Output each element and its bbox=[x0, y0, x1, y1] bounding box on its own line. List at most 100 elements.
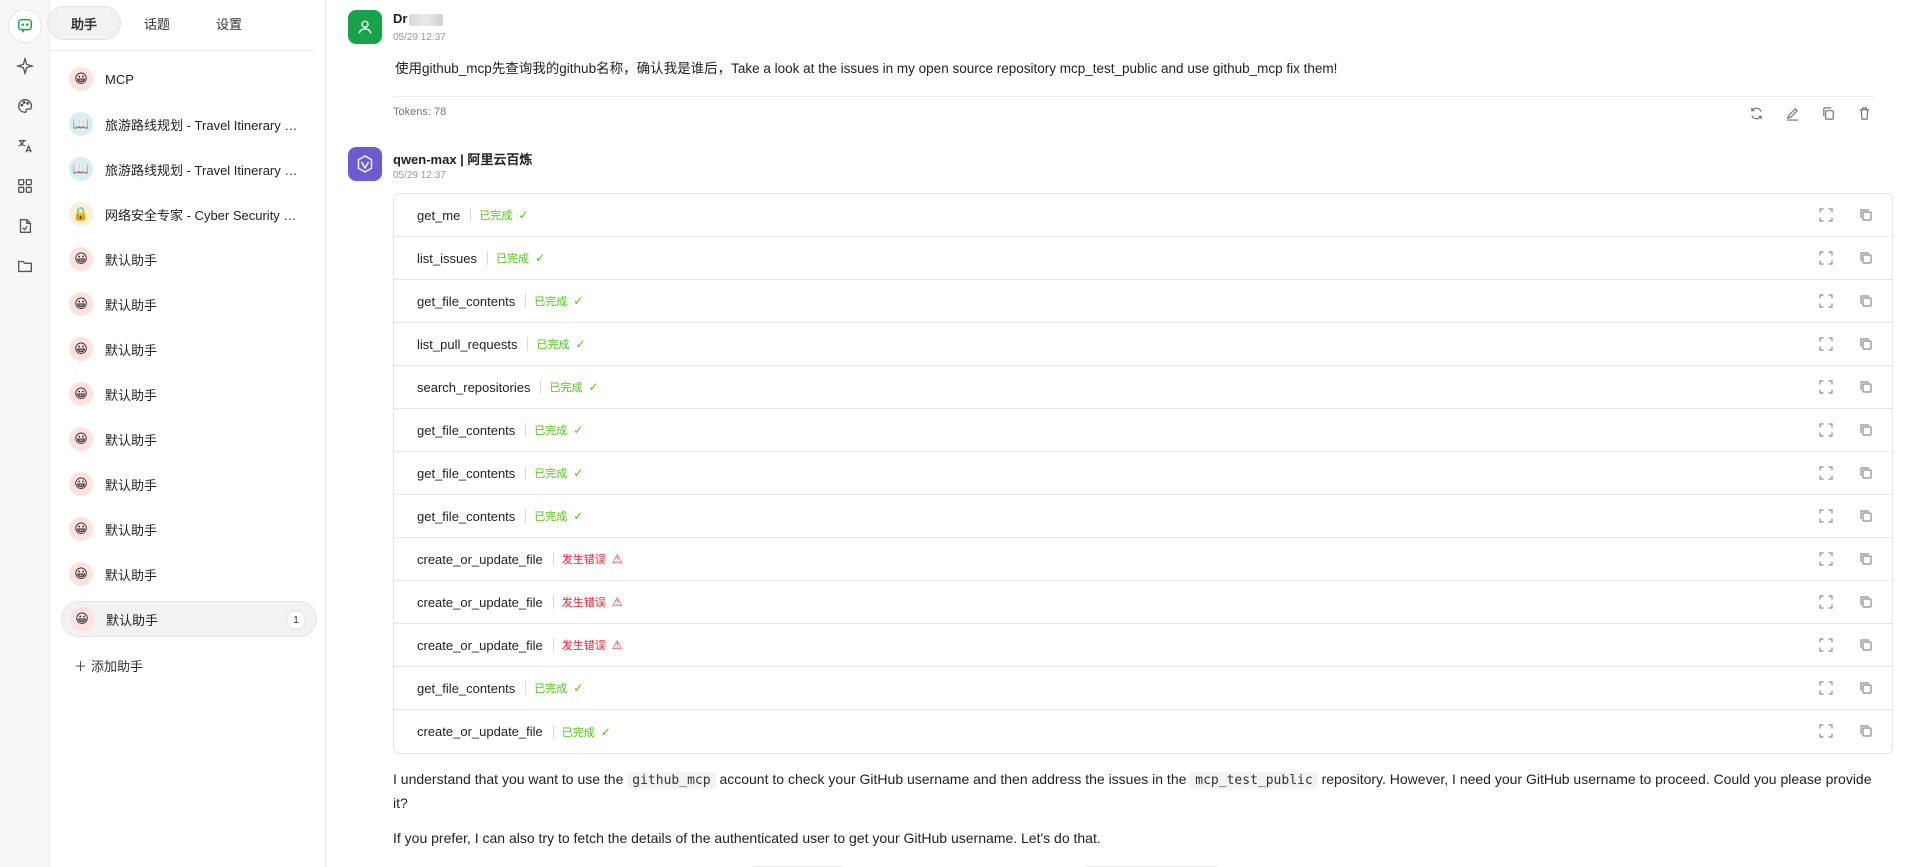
tool-call-row[interactable]: create_or_update_file 发生错误 ⚠ bbox=[394, 538, 1892, 581]
copy-icon[interactable] bbox=[1858, 293, 1874, 309]
check-icon: ✓ bbox=[573, 423, 584, 437]
tool-name: create_or_update_file bbox=[417, 594, 543, 610]
assistant-item[interactable]: 😀 默认助手 bbox=[61, 421, 317, 457]
expand-icon[interactable] bbox=[1818, 723, 1834, 739]
tool-status: 发生错误 bbox=[561, 597, 606, 609]
assistant-avatar: 😀 bbox=[69, 472, 93, 496]
assistant-item[interactable]: 😀 默认助手 bbox=[61, 331, 317, 367]
assistant-item[interactable]: 📖 旅游路线规划 - Travel Itinerary Planning bbox=[61, 106, 317, 142]
translate-icon[interactable] bbox=[9, 130, 41, 162]
assistant-item[interactable]: 😀 默认助手 bbox=[61, 286, 317, 322]
assistant-item[interactable]: 😀 默认助手 bbox=[61, 556, 317, 592]
tab-settings[interactable]: 设置 bbox=[193, 6, 265, 40]
tab-assistants[interactable]: 助手 bbox=[47, 6, 121, 40]
assistant-label: 默认助手 bbox=[105, 387, 158, 403]
assistant-item[interactable]: 😀 默认助手 bbox=[61, 511, 317, 547]
delete-icon[interactable] bbox=[1855, 104, 1873, 122]
copy-icon[interactable] bbox=[1858, 336, 1874, 352]
tool-call-row[interactable]: create_or_update_file 发生错误 ⚠ bbox=[394, 624, 1892, 667]
tool-call-row[interactable]: create_or_update_file 已完成 ✓ bbox=[394, 710, 1892, 753]
edit-icon[interactable] bbox=[1783, 104, 1801, 122]
expand-icon[interactable] bbox=[1818, 422, 1834, 438]
copy-icon[interactable] bbox=[1858, 723, 1874, 739]
separator bbox=[525, 423, 527, 437]
copy-icon[interactable] bbox=[1858, 508, 1874, 524]
assistant-item[interactable]: 😀 MCP bbox=[61, 61, 317, 97]
tool-call-row[interactable]: get_me 已完成 ✓ bbox=[394, 194, 1892, 237]
assistant-item[interactable]: 📖 旅游路线规划 - Travel Itinerary Planning bbox=[61, 151, 317, 187]
separator bbox=[552, 595, 554, 609]
folder-icon[interactable] bbox=[9, 250, 41, 282]
tool-call-row[interactable]: create_or_update_file 发生错误 ⚠ bbox=[394, 581, 1892, 624]
document-icon[interactable] bbox=[9, 210, 41, 242]
user-avatar[interactable] bbox=[348, 10, 382, 44]
assistant-label: 默认助手 bbox=[105, 252, 158, 268]
assistant-item[interactable]: 😀 默认助手 1 bbox=[61, 601, 317, 637]
tool-status: 已完成 bbox=[536, 339, 570, 351]
assistant-avatar: 😀 bbox=[70, 607, 94, 631]
user-name: Dr bbox=[393, 11, 444, 26]
tool-name: search_repositories bbox=[417, 379, 531, 395]
copy-icon[interactable] bbox=[1858, 207, 1874, 223]
assistant-label: 默认助手 bbox=[105, 342, 158, 358]
user-message-text: 使用github_mcp先查询我的github名称，确认我是谁后，Take a … bbox=[395, 61, 1338, 76]
copy-icon[interactable] bbox=[1858, 551, 1874, 567]
assistant-label: 默认助手 bbox=[105, 567, 158, 583]
tool-actions bbox=[1818, 293, 1874, 309]
inline-code: github_mcp bbox=[627, 772, 716, 789]
inline-code: mcp_test_public bbox=[1190, 772, 1318, 789]
tool-name: get_file_contents bbox=[417, 680, 516, 696]
assistant-item[interactable]: 😀 默认助手 bbox=[61, 241, 317, 277]
tool-call-row[interactable]: list_issues 已完成 ✓ bbox=[394, 237, 1892, 280]
tool-call-row[interactable]: get_file_contents 已完成 ✓ bbox=[394, 495, 1892, 538]
assistant-item[interactable]: 😀 默认助手 bbox=[61, 376, 317, 412]
assistant-item[interactable]: 🔒 网络安全专家 - Cyber Security Expert bbox=[61, 196, 317, 232]
assistant-item[interactable]: 😀 默认助手 bbox=[61, 466, 317, 502]
tool-call-row[interactable]: get_file_contents 已完成 ✓ bbox=[394, 452, 1892, 495]
assistant-label: 默认助手 bbox=[105, 297, 158, 313]
expand-icon[interactable] bbox=[1818, 379, 1834, 395]
tool-call-row[interactable]: get_file_contents 已完成 ✓ bbox=[394, 280, 1892, 323]
check-icon: ✓ bbox=[573, 294, 584, 308]
tab-topics[interactable]: 话题 bbox=[121, 6, 193, 40]
tool-status: 已完成 bbox=[534, 468, 568, 480]
separator bbox=[552, 552, 554, 566]
expand-icon[interactable] bbox=[1818, 293, 1834, 309]
copy-icon[interactable] bbox=[1858, 250, 1874, 266]
expand-icon[interactable] bbox=[1818, 637, 1834, 653]
expand-icon[interactable] bbox=[1818, 207, 1834, 223]
expand-icon[interactable] bbox=[1818, 336, 1834, 352]
tool-call-row[interactable]: search_repositories 已完成 ✓ bbox=[394, 366, 1892, 409]
expand-icon[interactable] bbox=[1818, 465, 1834, 481]
expand-icon[interactable] bbox=[1818, 594, 1834, 610]
copy-icon[interactable] bbox=[1858, 680, 1874, 696]
copy-icon[interactable] bbox=[1858, 465, 1874, 481]
regenerate-icon[interactable] bbox=[1747, 104, 1765, 122]
check-icon: ✓ bbox=[573, 681, 584, 695]
tool-call-row[interactable]: get_file_contents 已完成 ✓ bbox=[394, 667, 1892, 710]
copy-icon[interactable] bbox=[1858, 379, 1874, 395]
palette-icon[interactable] bbox=[9, 90, 41, 122]
copy-icon[interactable] bbox=[1858, 594, 1874, 610]
plus-icon: ＋ bbox=[74, 659, 88, 674]
tool-name: get_file_contents bbox=[417, 465, 516, 481]
tool-call-row[interactable]: get_file_contents 已完成 ✓ bbox=[394, 409, 1892, 452]
model-avatar[interactable] bbox=[348, 147, 382, 181]
assistant-avatar: 😀 bbox=[69, 292, 93, 316]
copy-icon[interactable] bbox=[1819, 104, 1837, 122]
expand-icon[interactable] bbox=[1818, 508, 1834, 524]
check-icon: ✓ bbox=[573, 509, 584, 523]
expand-icon[interactable] bbox=[1818, 680, 1834, 696]
warning-icon: ⚠ bbox=[611, 552, 623, 566]
tool-call-row[interactable]: list_pull_requests 已完成 ✓ bbox=[394, 323, 1892, 366]
copy-icon[interactable] bbox=[1858, 422, 1874, 438]
copy-icon[interactable] bbox=[1858, 637, 1874, 653]
add-assistant-button[interactable]: ＋ 添加助手 bbox=[74, 656, 143, 675]
expand-icon[interactable] bbox=[1818, 551, 1834, 567]
assistant-avatar: 📖 bbox=[69, 157, 93, 181]
apps-grid-icon[interactable] bbox=[9, 170, 41, 202]
sparkle-icon[interactable] bbox=[9, 50, 41, 82]
chat-icon[interactable] bbox=[9, 10, 41, 42]
tool-name: list_pull_requests bbox=[417, 336, 518, 352]
expand-icon[interactable] bbox=[1818, 250, 1834, 266]
